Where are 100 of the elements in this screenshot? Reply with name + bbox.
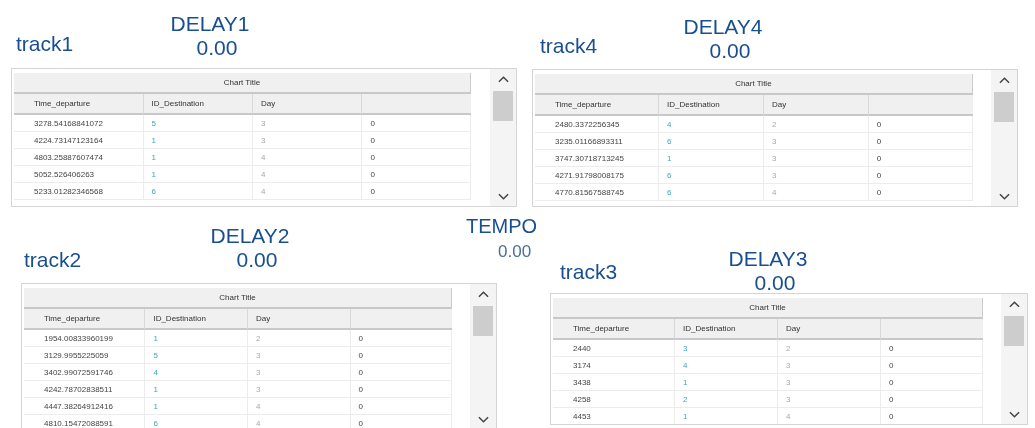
column-header[interactable]: ID_Destination (144, 309, 247, 330)
scrollbar-thumb[interactable] (1004, 316, 1024, 346)
delay-value: 0.00 (708, 39, 751, 63)
table-cell: 6 (658, 167, 763, 184)
table-cell: 3174 (553, 357, 674, 374)
table-cell: 3 (247, 364, 350, 381)
table-cell: 1 (144, 330, 247, 347)
table-cell: 0 (349, 415, 453, 428)
table-cell: 3747.30718713245 (535, 150, 659, 167)
table-cell: 0 (361, 115, 471, 132)
table-cell: 5233.01282346568 (14, 183, 143, 200)
table-cell: 4447.38264912416 (24, 398, 145, 415)
table-cell: 3 (763, 133, 868, 150)
table-cell: 4 (252, 183, 362, 200)
scrollbar-thumb[interactable] (994, 92, 1014, 122)
table-cell: 4 (247, 415, 350, 428)
table-cell: 3129.9955225059 (24, 347, 145, 364)
table-cell: 3438 (553, 374, 674, 391)
scroll-up-icon[interactable] (998, 76, 1010, 84)
delay-label: DELAY1 (170, 12, 250, 36)
table-cell: 4271.91798008175 (535, 167, 659, 184)
table-cell: 5 (144, 347, 247, 364)
table-cell: 4 (252, 149, 362, 166)
table-cell: 4242.78702838511 (24, 381, 145, 398)
table-title: Chart Title (24, 288, 453, 309)
scrollbar-thumb[interactable] (493, 91, 513, 121)
scrollbar[interactable] (490, 69, 516, 206)
scrollbar[interactable] (1001, 294, 1027, 424)
delay-label: DELAY4 (683, 15, 763, 39)
table-cell: 1 (658, 150, 763, 167)
table-cell: 0 (867, 150, 973, 167)
table-cell: 3 (252, 132, 362, 149)
table-cell: 5052.526406263 (14, 166, 143, 183)
table-cell: 4258 (553, 391, 674, 408)
column-header[interactable]: Time_departure (535, 95, 659, 116)
scroll-down-icon[interactable] (1008, 411, 1020, 419)
table-cell: 3 (247, 381, 350, 398)
table-title: Chart Title (14, 73, 471, 94)
delay-value: 0.00 (753, 271, 796, 295)
column-header[interactable]: Time_departure (24, 309, 145, 330)
table-cell: 3235.01166893311 (535, 133, 659, 150)
table-cell: 0 (880, 374, 984, 391)
scroll-up-icon[interactable] (477, 290, 489, 298)
table-cell: 3 (252, 115, 362, 132)
table-cell: 1 (673, 408, 777, 424)
scroll-up-icon[interactable] (1008, 300, 1020, 308)
column-header[interactable]: Day (247, 309, 350, 330)
scroll-down-icon[interactable] (497, 193, 509, 201)
table-cell: 2 (763, 116, 868, 133)
track-label: track4 (540, 34, 598, 58)
table-cell: 2 (777, 340, 880, 357)
column-header[interactable]: Day (252, 94, 362, 115)
column-header[interactable]: ID_Destination (658, 95, 763, 116)
table-cell: 1 (144, 381, 247, 398)
table-cell: 3 (763, 167, 868, 184)
table-cell: 3402.99072591746 (24, 364, 145, 381)
delay-value: 0.00 (195, 36, 238, 60)
table-cell: 0 (349, 364, 453, 381)
table-cell: 4 (777, 408, 880, 424)
table-cell: 6 (658, 184, 763, 201)
table-cell: 3 (763, 150, 868, 167)
column-header[interactable]: Time_departure (14, 94, 143, 115)
table-title: Chart Title (553, 298, 984, 319)
table-cell: 2440 (553, 340, 674, 357)
column-header[interactable]: ID_Destination (673, 319, 777, 340)
table-title: Chart Title (535, 74, 973, 95)
table-cell: 1 (142, 149, 252, 166)
column-header[interactable]: Day (763, 95, 868, 116)
track-label: track1 (16, 32, 74, 56)
table-cell: 2480.3372256345 (535, 116, 659, 133)
table-cell: 6 (142, 183, 252, 200)
table-cell: 4 (252, 166, 362, 183)
table-cell: 4 (673, 357, 777, 374)
table-cell: 0 (361, 149, 471, 166)
track-label: track2 (24, 248, 82, 272)
tempo-label: TEMPO (466, 214, 538, 239)
table-cell: 4224.73147123164 (14, 132, 143, 149)
table-cell: 6 (658, 133, 763, 150)
table-cell: 2 (247, 330, 350, 347)
column-header[interactable]: ID_Destination (142, 94, 252, 115)
table-cell: 4453 (553, 408, 674, 424)
table-cell: 0 (361, 183, 471, 200)
table-cell: 0 (361, 166, 471, 183)
table-cell: 4 (658, 116, 763, 133)
table-cell: 0 (880, 357, 984, 374)
scroll-down-icon[interactable] (477, 416, 489, 424)
scroll-down-icon[interactable] (998, 193, 1010, 201)
table-cell: 4810.15472088591 (24, 415, 145, 428)
scroll-up-icon[interactable] (497, 75, 509, 83)
table-cell: 4 (763, 184, 868, 201)
scrollbar[interactable] (470, 284, 496, 428)
table-cell: 1 (144, 398, 247, 415)
track-label: track3 (560, 260, 618, 284)
table-cell: 4803.25887607474 (14, 149, 143, 166)
column-header[interactable]: Time_departure (553, 319, 674, 340)
scrollbar[interactable] (991, 70, 1017, 206)
table-cell: 4 (144, 364, 247, 381)
column-header[interactable]: Day (777, 319, 880, 340)
delay-value: 0.00 (235, 248, 278, 272)
scrollbar-thumb[interactable] (473, 306, 493, 336)
